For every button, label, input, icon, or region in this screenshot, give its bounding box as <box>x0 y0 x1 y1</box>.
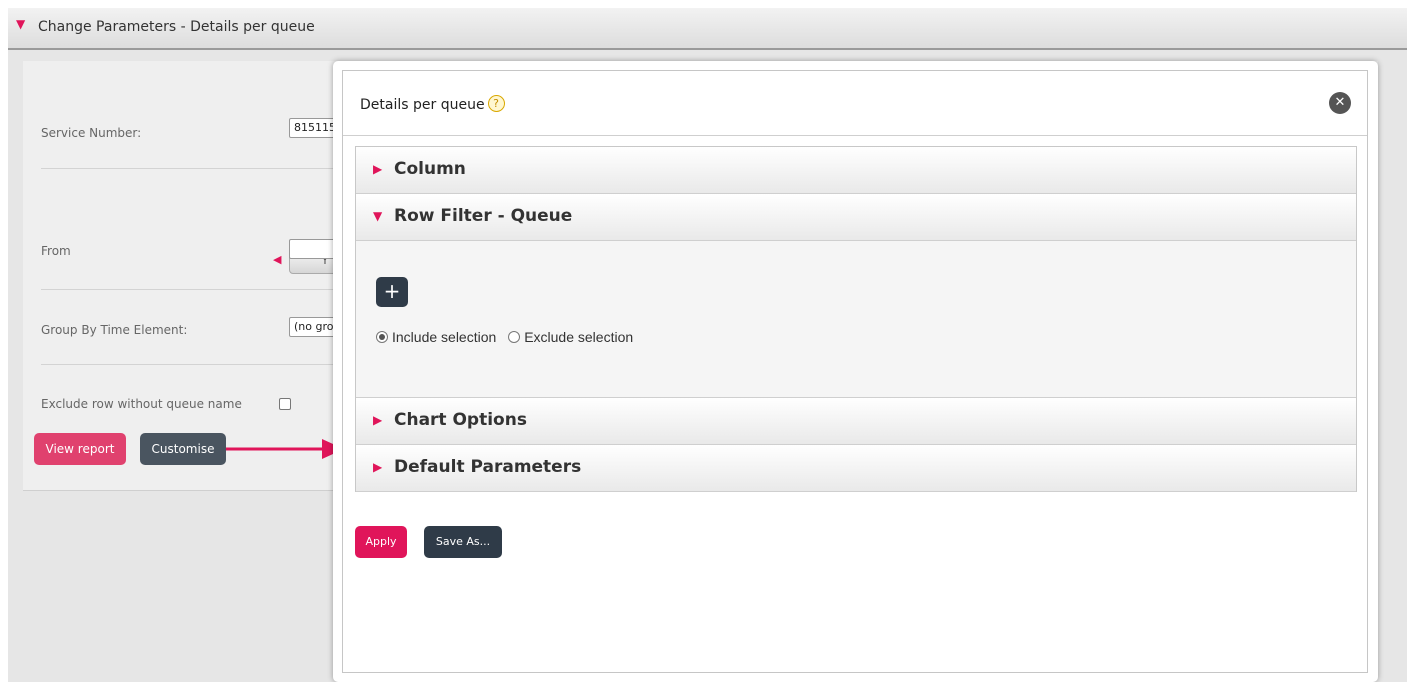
apply-button[interactable]: Apply <box>355 526 407 558</box>
include-selection-label[interactable]: Include selection <box>392 329 496 345</box>
dialog-title: Details per queue? <box>360 95 505 113</box>
save-as-button[interactable]: Save As... <box>424 526 502 558</box>
exclude-selection-radio[interactable] <box>508 331 521 343</box>
selection-mode-group: Include selection Exclude selection <box>376 329 633 345</box>
divider <box>41 289 351 290</box>
add-filter-button[interactable]: + <box>376 277 408 307</box>
section-label: Default Parameters <box>394 457 582 477</box>
customise-button[interactable]: Customise <box>140 433 226 465</box>
group-by-label: Group By Time Element: <box>41 323 188 337</box>
include-selection-radio[interactable] <box>376 331 388 343</box>
section-label: Row Filter - Queue <box>394 206 573 226</box>
details-per-queue-dialog: Details per queue? ✕ ▶ Column ▼ Row Filt… <box>333 61 1378 682</box>
section-header[interactable]: ▼ Change Parameters - Details per queue <box>8 8 1407 50</box>
exclude-row-label: Exclude row without queue name <box>41 397 242 411</box>
divider <box>41 364 351 365</box>
expand-triangle-icon: ▶ <box>373 460 383 474</box>
section-label: Chart Options <box>394 410 527 430</box>
help-icon[interactable]: ? <box>487 95 505 112</box>
section-title: Change Parameters - Details per queue <box>38 19 315 35</box>
settings-accordion: ▶ Column ▼ Row Filter - Queue + Include … <box>355 146 1357 492</box>
dialog-frame: Details per queue? ✕ ▶ Column ▼ Row Filt… <box>342 70 1368 673</box>
collapse-triangle-icon[interactable]: ▼ <box>16 17 25 31</box>
view-report-button[interactable]: View report <box>34 433 126 465</box>
chart-options-section-header[interactable]: ▶ Chart Options <box>356 398 1356 445</box>
service-number-label: Service Number: <box>41 126 142 140</box>
dialog-title-text: Details per queue <box>360 97 485 113</box>
row-filter-body: + Include selection Exclude selection <box>356 241 1356 398</box>
exclude-selection-label[interactable]: Exclude selection <box>524 329 633 345</box>
from-label: From <box>41 244 71 258</box>
pointer-arrow-icon <box>226 439 344 459</box>
default-parameters-section-header[interactable]: ▶ Default Parameters <box>356 445 1356 492</box>
collapse-triangle-icon: ▼ <box>373 209 383 223</box>
row-filter-section-header[interactable]: ▼ Row Filter - Queue <box>356 194 1356 241</box>
dialog-header: Details per queue? ✕ <box>343 71 1367 136</box>
exclude-row-checkbox[interactable] <box>279 398 291 410</box>
period-left-arrow-icon[interactable]: ◀ <box>273 253 281 266</box>
expand-triangle-icon: ▶ <box>373 413 383 427</box>
close-icon[interactable]: ✕ <box>1329 92 1351 114</box>
section-label: Column <box>394 159 466 179</box>
column-section-header[interactable]: ▶ Column <box>356 147 1356 194</box>
divider <box>41 168 351 169</box>
expand-triangle-icon: ▶ <box>373 162 383 176</box>
